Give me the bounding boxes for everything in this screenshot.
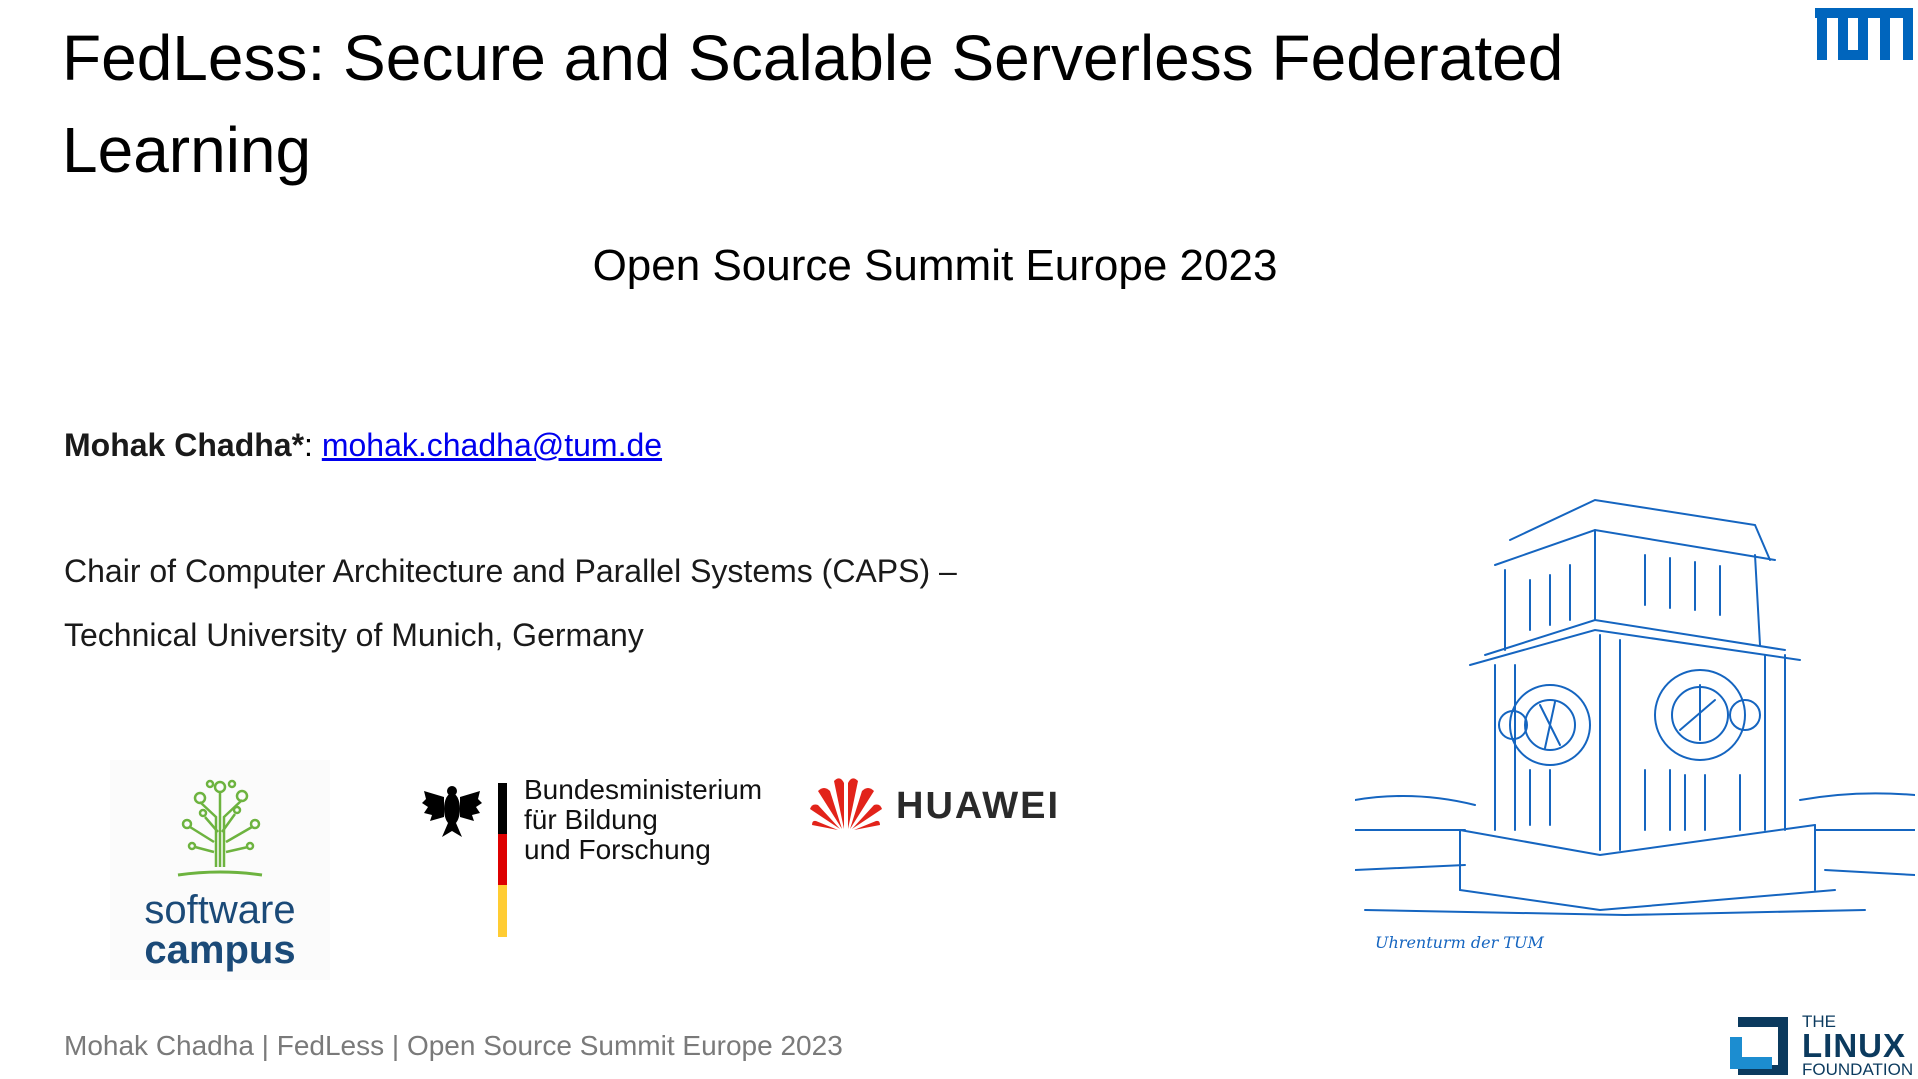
federal-eagle-icon xyxy=(422,786,482,837)
slide-footer: Mohak Chadha | FedLess | Open Source Sum… xyxy=(64,1030,843,1061)
slide-title: FedLess: Secure and Scalable Serverless … xyxy=(62,22,1564,186)
affiliation-line-2: Technical University of Munich, Germany xyxy=(64,617,644,653)
bmbf-text: Bundesministerium für Bildung und Forsch… xyxy=(524,775,762,865)
lf-linux: LINUX xyxy=(1802,1027,1906,1064)
linux-foundation-logo: THE LINUX FOUNDATION xyxy=(1730,1013,1915,1079)
sketch-caption: Uhrenturm der TUM xyxy=(1375,933,1544,952)
bmbf-logo: Bundesministerium für Bildung und Forsch… xyxy=(420,775,762,945)
bmbf-line-1: Bundesministerium xyxy=(524,774,763,805)
bmbf-line-3: und Forschung xyxy=(524,834,711,865)
lf-foundation: FOUNDATION xyxy=(1802,1060,1914,1079)
bmbf-line-2: für Bildung xyxy=(524,804,658,835)
slide-subtitle: Open Source Summit Europe 2023 xyxy=(592,241,1278,290)
author-name: Mohak Chadha* xyxy=(64,427,305,463)
author-separator: : xyxy=(304,427,322,463)
software-campus-line-2: campus xyxy=(144,928,296,972)
software-campus-line-1: software xyxy=(144,888,296,932)
linux-foundation-text: THE LINUX FOUNDATION xyxy=(1802,1013,1913,1079)
german-flag-bar xyxy=(498,783,507,937)
huawei-wordmark: HUAWEI xyxy=(896,785,1060,827)
huawei-flower-icon xyxy=(810,778,882,830)
author-email-link[interactable]: mohak.chadha@tum.de xyxy=(322,427,662,463)
tree-icon xyxy=(177,779,263,877)
huawei-logo: HUAWEI xyxy=(808,775,1078,835)
tum-logo xyxy=(1815,8,1913,60)
author-line: Mohak Chadha*: mohak.chadha@tum.de xyxy=(64,424,662,466)
affiliation-line-1: Chair of Computer Architecture and Paral… xyxy=(64,553,957,589)
software-campus-logo: software campus xyxy=(110,760,330,980)
tum-clock-tower-sketch: Uhrenturm der TUM xyxy=(1355,498,1915,952)
linux-foundation-mark-icon xyxy=(1730,1017,1788,1075)
